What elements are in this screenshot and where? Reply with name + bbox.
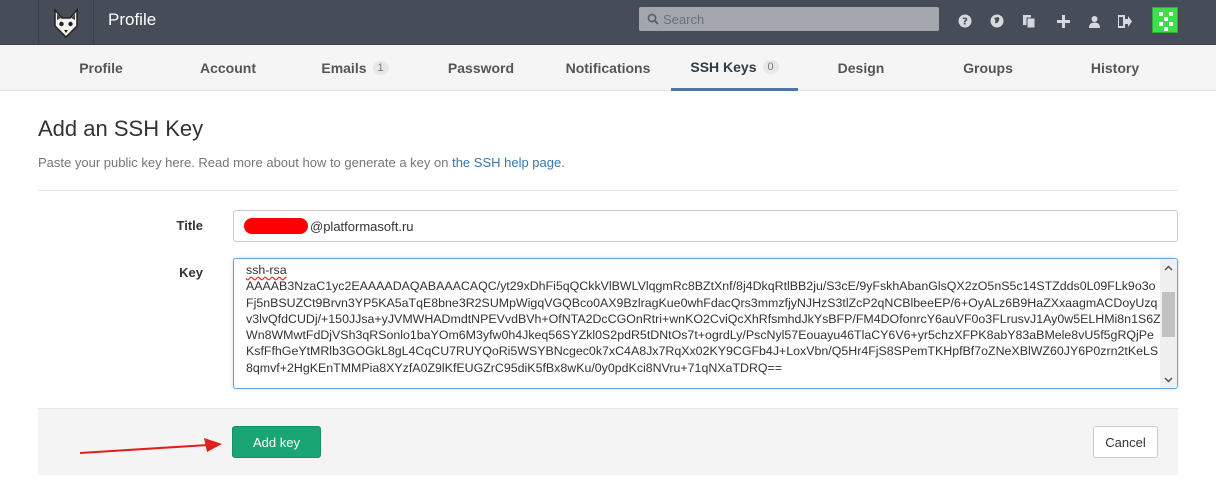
globe-icon[interactable] (988, 12, 1006, 30)
redaction-mark (244, 218, 308, 234)
plus-icon[interactable] (1054, 12, 1072, 30)
key-value: AAAAB3NzaC1yc2EAAAADAQABAAACAQC/yt29xDhF… (246, 279, 1161, 375)
app-title[interactable]: Profile (108, 10, 156, 30)
fox-logo-icon (54, 7, 78, 38)
ssh-help-link[interactable]: the SSH help page (452, 155, 561, 170)
tab-design[interactable]: Design (824, 45, 898, 91)
user-avatar[interactable] (1152, 7, 1178, 33)
help-icon[interactable]: ? (956, 12, 974, 30)
title-input[interactable]: @platformasoft.ru (233, 210, 1178, 242)
scrollbar-thumb[interactable] (1162, 292, 1175, 337)
scroll-down-arrow-icon[interactable] (1160, 371, 1177, 388)
add-key-button[interactable]: Add key (232, 426, 321, 458)
title-value: @platformasoft.ru (310, 218, 414, 234)
copy-icon[interactable] (1020, 12, 1038, 30)
search-box[interactable] (639, 7, 939, 31)
title-label: Title (176, 218, 204, 233)
annotation-arrow-icon (80, 438, 222, 454)
tab-history[interactable]: History (1076, 45, 1154, 91)
tab-emails[interactable]: Emails 1 (310, 45, 400, 91)
search-input[interactable] (663, 11, 923, 27)
page-description: Paste your public key here. Read more ab… (38, 155, 565, 170)
sign-out-icon[interactable] (1116, 12, 1134, 30)
emails-count-badge: 1 (372, 61, 389, 75)
app-logo[interactable] (38, 0, 94, 45)
user-icon[interactable] (1085, 12, 1103, 30)
scroll-up-arrow-icon[interactable] (1160, 259, 1177, 276)
page-title: Add an SSH Key (38, 116, 204, 141)
top-navbar: Profile ? (0, 0, 1216, 45)
tab-groups[interactable]: Groups (950, 45, 1026, 91)
textarea-scrollbar[interactable] (1160, 259, 1177, 388)
search-icon (647, 13, 659, 25)
tab-ssh-keys[interactable]: SSH Keys 0 (671, 45, 798, 91)
key-textarea[interactable]: ssh-rsa AAAAB3NzaC1yc2EAAAADAQABAAACAQC/… (233, 258, 1178, 389)
divider (38, 190, 1178, 191)
ssh-keys-count-badge: 0 (762, 59, 779, 74)
cancel-button[interactable]: Cancel (1093, 426, 1158, 458)
tab-account[interactable]: Account (188, 45, 268, 91)
profile-tabs: Profile Account Emails 1 Password Notific… (0, 45, 1216, 91)
svg-text:?: ? (962, 17, 968, 28)
tab-password[interactable]: Password (436, 45, 526, 91)
key-label: Key (179, 265, 203, 280)
key-textarea-content: ssh-rsa AAAAB3NzaC1yc2EAAAADAQABAAACAQC/… (246, 262, 1162, 376)
key-type: ssh-rsa (246, 263, 287, 277)
tab-notifications[interactable]: Notifications (558, 45, 658, 91)
tab-profile[interactable]: Profile (62, 45, 140, 91)
